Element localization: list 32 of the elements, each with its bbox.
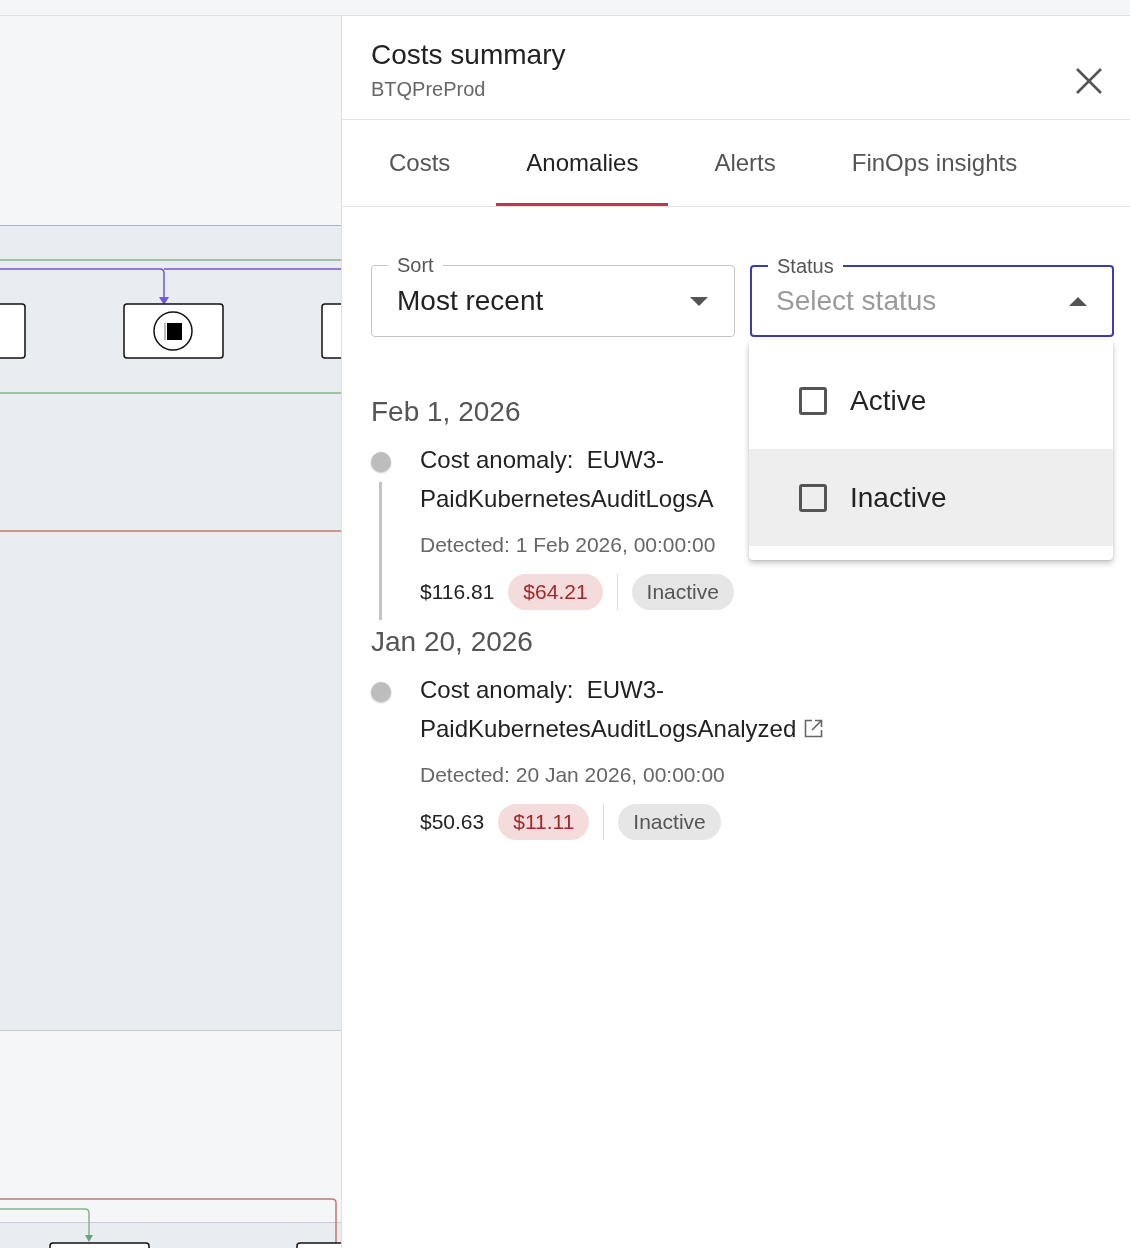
menu-item-label: Active	[850, 384, 927, 417]
caret-icon	[1069, 296, 1087, 306]
close-icon	[1075, 67, 1103, 95]
tab[interactable]: Costs	[359, 120, 481, 206]
anomaly-title: Cost anomaly: EUW3-PaidKubernetesAuditLogsA	[420, 446, 714, 512]
delta-chip: $64.21	[508, 574, 603, 610]
anomaly-title: Cost anomaly: EUW3-PaidKubernetesAuditLogsAnalyzed	[420, 676, 797, 742]
panel-subtitle: BTQPreProd	[371, 77, 487, 102]
field-value: Most recent	[397, 285, 544, 317]
tab[interactable]: FinOps insights	[821, 120, 1048, 206]
detected-text: Detected: 1 Feb 2026, 00:00:00	[420, 532, 717, 558]
date-heading: Feb 1, 2026	[371, 395, 521, 429]
checkbox[interactable]	[799, 483, 827, 512]
caret-icon	[690, 296, 708, 306]
tab[interactable]: Anomalies	[496, 120, 669, 206]
date-heading: Jan 20, 2026	[371, 625, 533, 659]
status-chip: Inactive	[631, 574, 734, 610]
cost-amount: $50.63	[420, 810, 485, 834]
cost-amount: $116.81	[420, 580, 495, 604]
placeholder-text: Select status	[776, 285, 937, 317]
tab[interactable]: Alerts	[684, 120, 806, 206]
menu-item[interactable]: Active	[749, 352, 1113, 449]
external-link-icon[interactable]	[804, 719, 824, 738]
detected-text: Detected: 20 Jan 2026, 00:00:00	[420, 762, 726, 788]
menu-item-label: Inactive	[850, 481, 947, 514]
timeline-dot	[371, 682, 391, 702]
timeline-dot	[371, 452, 391, 472]
status-chip: Inactive	[618, 804, 721, 840]
checkbox[interactable]	[799, 386, 827, 415]
panel-title: Costs summary	[371, 38, 566, 72]
menu-item[interactable]: Inactive	[749, 449, 1113, 546]
delta-chip: $11.11	[498, 804, 590, 840]
